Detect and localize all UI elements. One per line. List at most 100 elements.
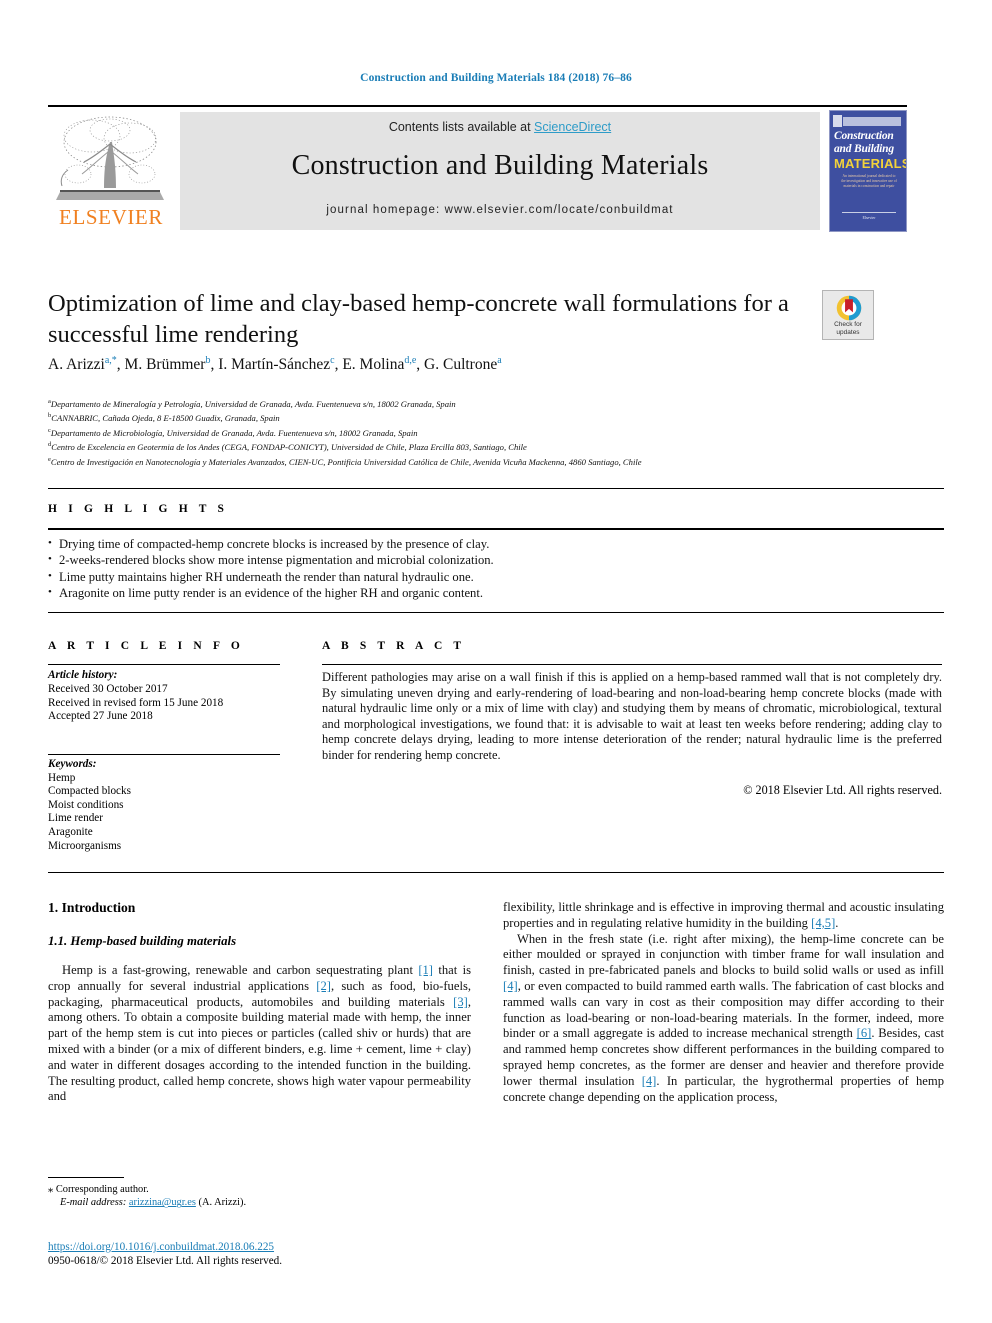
cover-title-line-2: and Building	[834, 143, 894, 155]
keyword-item[interactable]: Compacted blocks	[48, 785, 298, 799]
author-name[interactable]: G. Cultrone	[424, 356, 497, 373]
author-affiliation-marker: a,*	[104, 355, 117, 366]
crossmark-label-line-1: Check for	[834, 321, 862, 328]
citation-link[interactable]: [1]	[418, 963, 433, 977]
affiliation-item: dCentro de Excelencia en Geotermia de lo…	[48, 441, 527, 453]
paragraph-left-1: Hemp is a fast-growing, renewable and ca…	[48, 963, 471, 1104]
affiliation-item: cDepartamento de Microbiología, Universi…	[48, 426, 418, 438]
article-info-rule-bottom	[48, 872, 944, 874]
corresponding-marker: ⁎	[48, 1184, 54, 1195]
article-info-rule	[48, 664, 280, 666]
article-history-label: Article history:	[48, 669, 118, 681]
highlight-item: Lime putty maintains higher RH underneat…	[48, 568, 688, 585]
abstract-text: Different pathologies may arise on a wal…	[322, 670, 942, 762]
section-heading-introduction: 1. Introduction	[48, 900, 136, 915]
cover-elsevier-mark	[833, 115, 842, 127]
header-divider	[48, 105, 907, 107]
article-history-item: Received in revised form 15 June 2018	[48, 696, 224, 709]
author-affiliation-marker: a	[497, 355, 502, 366]
affiliation-item: bCANNABRIC, Cañada Ojeda, 8 E-18500 Guad…	[48, 412, 280, 424]
cover-top-bar	[843, 117, 901, 126]
author-name[interactable]: I. Martín-Sánchez	[218, 356, 330, 373]
journal-homepage-line[interactable]: journal homepage: www.elsevier.com/locat…	[180, 204, 820, 216]
affiliation-marker: b	[48, 412, 52, 420]
highlights-heading: H I G H L I G H T S	[48, 503, 229, 515]
highlight-item: Aragonite on lime putty render is an evi…	[48, 584, 688, 601]
affiliation-item: eCentro de Investigación en Nanotecnolog…	[48, 455, 642, 467]
corresponding-author-text: Corresponding author.	[55, 1184, 149, 1195]
page-title: Optimization of lime and clay-based hemp…	[48, 290, 789, 348]
cover-footer: Elsevier	[862, 215, 876, 220]
highlights-rule-mid	[48, 528, 944, 530]
keywords-label: Keywords:	[48, 758, 97, 770]
article-history-item: Received 30 October 2017	[48, 682, 168, 695]
cover-divider	[842, 212, 896, 213]
journal-band: Contents lists available at ScienceDirec…	[180, 112, 820, 230]
highlight-item: Drying time of compacted-hemp concrete b…	[48, 535, 688, 552]
keywords-rule	[48, 754, 280, 756]
cover-blurb: An international journal dedicated to th…	[841, 174, 897, 188]
doi-block: https://doi.org/10.1016/j.conbuildmat.20…	[48, 1240, 488, 1269]
article-history: Article history: Received 30 October 201…	[48, 669, 298, 724]
citation-link[interactable]: [4,5]	[811, 916, 835, 930]
keyword-item[interactable]: Microorganisms	[48, 840, 298, 854]
keywords-items: Hemp Compacted blocks Moist conditions Lime…	[48, 772, 298, 854]
crossmark-icon	[836, 295, 862, 321]
paragraph-right-1: flexibility, little shrinkage and is eff…	[503, 900, 944, 930]
author-name[interactable]: A. Arizzi	[48, 356, 105, 373]
crossmark-label-line-2: updates	[836, 329, 860, 336]
affiliation-item: aDepartamento de Mineralogía y Petrologí…	[48, 398, 456, 409]
keyword-item[interactable]: Lime render	[48, 812, 298, 826]
email-link[interactable]: arizzina@ugr.es	[129, 1197, 196, 1208]
affiliation-marker: d	[48, 441, 52, 449]
email-label: E-mail address:	[60, 1197, 127, 1209]
corresponding-author-line: ⁎ Corresponding author.	[48, 1183, 471, 1196]
crossmark-label: Check for updates	[823, 321, 873, 337]
paragraph-right-2: When in the fresh state (i.e. right afte…	[503, 931, 944, 1104]
email-line: E-mail address: arizzina@ugr.es (A. Ariz…	[48, 1196, 471, 1209]
article-history-items: Received 30 October 2017 Received in revi…	[48, 683, 298, 724]
keyword-item[interactable]: Aragonite	[48, 826, 298, 840]
citation-link[interactable]: [3]	[453, 995, 468, 1009]
body-column-right: flexibility, little shrinkage and is eff…	[503, 900, 944, 1105]
highlight-item: 2-weeks-rendered blocks show more intens…	[48, 551, 688, 568]
paper-page: Construction and Building Materials 184 …	[0, 0, 992, 1323]
crossmark-badge[interactable]: Check for updates	[822, 290, 874, 340]
author-affiliation-marker: c	[330, 355, 335, 366]
doi-link[interactable]: https://doi.org/10.1016/j.conbuildmat.20…	[48, 1241, 274, 1253]
highlights-rule-top	[48, 488, 944, 489]
article-history-item: Accepted 27 June 2018	[48, 710, 153, 723]
article-info-heading: A R T I C L E I N F O	[48, 640, 244, 652]
keyword-item[interactable]: Moist conditions	[48, 799, 298, 813]
author-affiliation-marker: d,e	[404, 355, 417, 366]
journal-title: Construction and Building Materials	[291, 150, 709, 181]
author-name[interactable]: E. Molina	[342, 356, 404, 373]
elsevier-wordmark: ELSEVIER	[59, 205, 163, 229]
issn-copyright-line: 0950-0618/© 2018 Elsevier Ltd. All right…	[48, 1255, 283, 1268]
abstract-rule	[322, 664, 942, 666]
subsection-heading-hemp-based-building-materials: 1.1. Hemp-based building materials	[48, 934, 237, 948]
citation-link[interactable]: [2]	[316, 979, 331, 993]
keyword-item[interactable]: Hemp	[48, 772, 298, 786]
highlights-rule-bottom	[48, 612, 944, 613]
author-affiliation-marker: b	[205, 355, 211, 366]
footnote-block: ⁎ Corresponding author. E-mail address: …	[48, 1183, 471, 1210]
keywords-block: Keywords: Hemp Compacted blocks Moist cond…	[48, 758, 298, 853]
cover-title-line-3: MATERIALS	[834, 156, 907, 171]
journal-masthead: ELSEVIER Contents lists available at Sci…	[48, 110, 907, 232]
affiliation-marker: c	[48, 426, 51, 434]
abstract-heading: A B S T R A C T	[322, 640, 466, 652]
citation-link[interactable]: [6]	[857, 1026, 872, 1040]
email-suffix: (A. Arizzi).	[198, 1197, 247, 1209]
affiliation-marker: e	[48, 455, 51, 463]
affiliation-list: aDepartamento de Mineralogía y Petrologí…	[48, 396, 928, 468]
footnote-rule	[48, 1177, 124, 1179]
journal-cover-thumbnail: Construction and Building MATERIALS An i…	[829, 110, 907, 232]
author-name[interactable]: M. Brümmer	[125, 356, 206, 373]
citation-link[interactable]: [4]	[503, 979, 518, 993]
affiliation-marker: a	[48, 398, 51, 405]
sciencedirect-link[interactable]: ScienceDirect	[534, 120, 611, 134]
citation-link[interactable]: [4]	[642, 1074, 657, 1088]
author-list: A. Arizzia,*, M. Brümmerb, I. Martín-Sán…	[48, 355, 502, 374]
elsevier-logo: ELSEVIER	[48, 112, 174, 230]
